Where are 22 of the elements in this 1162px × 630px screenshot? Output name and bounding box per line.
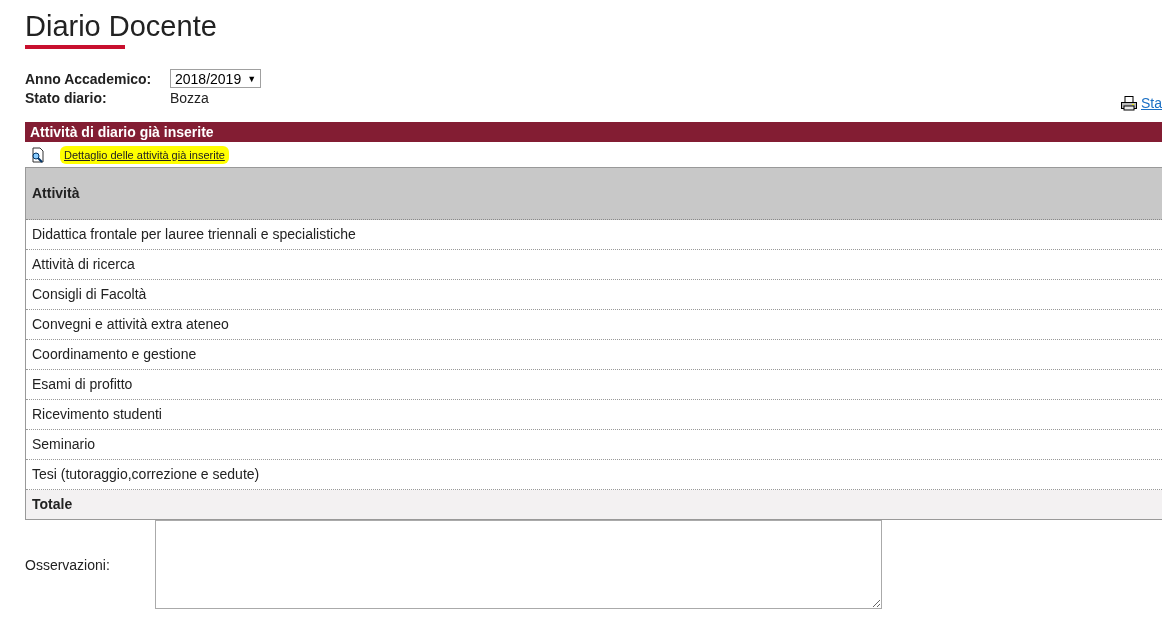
table-cell: Convegni e attività extra ateneo [26,310,1162,340]
table-cell: Consigli di Facoltà [26,280,1162,310]
table-cell: Didattica frontale per lauree triennali e specialistiche [26,220,1162,250]
field-label: Stato diario: [25,90,108,106]
field-label: Anno Accademico: [25,70,153,87]
table-cell: Attività di ricerca [26,250,1162,280]
observations-label: Osservazioni: [25,556,110,573]
field-value: Bozza [170,90,209,106]
table-cell: Ricevimento studenti [26,400,1162,430]
table-cell: Seminario [26,430,1162,460]
section-header: Attività di diario già inserite [25,122,1162,142]
table-cell: Esami di profitto [26,370,1162,400]
total-cell: Totale [26,490,1162,519]
column-header: Attività [26,168,1162,220]
print-link[interactable]: Sta [1141,95,1162,111]
document-search-icon [30,146,46,163]
year-select[interactable]: 2018/2019 ▼ [170,69,261,88]
observations-field[interactable] [155,520,882,609]
printer-icon[interactable] [1121,95,1137,111]
detail-link[interactable]: Dettaglio delle attività già inserite [60,145,229,164]
page-title: Diario Docente [25,10,217,43]
table-cell: Coordinamento e gestione [26,340,1162,370]
